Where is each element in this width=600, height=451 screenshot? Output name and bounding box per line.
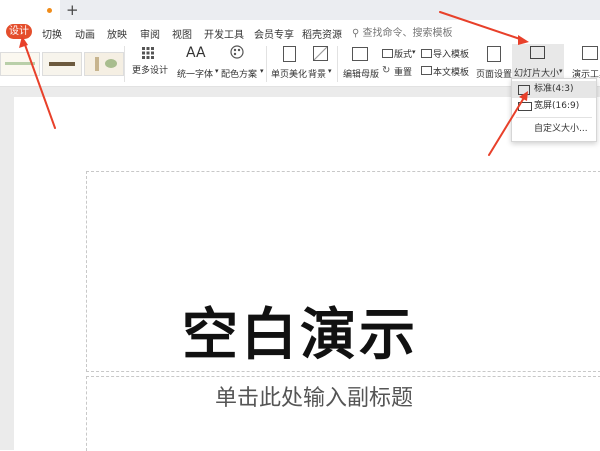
reset-button[interactable]: 重置	[394, 65, 412, 78]
page-setup-icon	[487, 46, 501, 62]
search-input[interactable]: ⚲ 查找命令、搜索模板	[352, 24, 453, 39]
ribbon-separator	[266, 46, 267, 82]
tab-slideshow[interactable]: 放映	[107, 26, 127, 41]
template-icon	[421, 66, 432, 75]
tab-design[interactable]: 设计	[6, 24, 32, 39]
font-aa-icon: AA	[186, 45, 206, 61]
tab-member[interactable]: 会员专享	[254, 26, 294, 41]
chevron-down-icon: ▾	[328, 67, 332, 75]
search-placeholder: 查找命令、搜索模板	[362, 28, 453, 39]
tab-developer[interactable]: 开发工具	[204, 26, 244, 41]
presenter-icon	[582, 46, 598, 60]
ribbon-separator	[124, 46, 125, 82]
chevron-down-icon: ▾	[412, 48, 416, 56]
menu-item-custom-size[interactable]: 自定义大小...	[512, 121, 596, 138]
background-icon	[313, 46, 328, 61]
slide-size-button[interactable]: 幻灯片大小 ▾	[512, 44, 564, 80]
slide-size-icon	[530, 46, 545, 59]
chevron-down-icon: ▾	[260, 67, 264, 75]
tab-animation[interactable]: 动画	[75, 26, 95, 41]
new-tab-button[interactable]: +	[66, 1, 79, 19]
template-thumbnail-1[interactable]	[0, 52, 40, 76]
widescreen-ratio-icon	[518, 102, 532, 111]
layout-icon	[382, 49, 393, 58]
single-page-beautify-button[interactable]: 单页美化	[271, 67, 307, 80]
background-button[interactable]: 背景	[308, 67, 326, 80]
import-template-button[interactable]: 导入模板	[433, 47, 469, 60]
tab-view[interactable]: 视图	[172, 26, 192, 41]
page-icon	[283, 46, 296, 62]
layout-button[interactable]: 版式	[394, 47, 412, 60]
menu-item-widescreen[interactable]: 宽屏(16:9)	[512, 98, 596, 115]
master-icon	[352, 47, 368, 61]
unsaved-dot-icon	[47, 8, 52, 13]
page-setup-button[interactable]: 页面设置	[476, 67, 512, 80]
menu-item-standard-label: 标准(4:3)	[534, 84, 574, 94]
reset-icon: ↻	[382, 65, 391, 76]
tab-docer[interactable]: 稻壳资源	[302, 26, 342, 41]
tab-review[interactable]: 审阅	[140, 26, 160, 41]
chevron-down-icon: ▾	[215, 67, 219, 75]
chevron-down-icon: ▾	[559, 67, 563, 75]
this-template-button[interactable]: 本文模板	[433, 65, 469, 78]
edit-master-button[interactable]: 编辑母版	[343, 67, 379, 80]
ribbon-separator	[337, 46, 338, 82]
more-design-button[interactable]: 更多设计	[132, 63, 168, 76]
grid-icon[interactable]	[142, 47, 154, 59]
menu-item-standard[interactable]: 标准(4:3)	[512, 81, 596, 98]
search-icon: ⚲	[352, 28, 360, 39]
color-scheme-button[interactable]: 配色方案	[221, 67, 257, 80]
document-tab[interactable]	[0, 0, 60, 20]
menu-item-widescreen-label: 宽屏(16:9)	[534, 101, 580, 111]
unify-font-button[interactable]: 统一字体	[177, 67, 213, 80]
menu-separator	[516, 117, 592, 118]
slide-subtitle: 单击此处输入副标题	[214, 386, 413, 411]
standard-ratio-icon	[518, 85, 530, 95]
slide-size-dropdown: 标准(4:3) 宽屏(16:9) 自定义大小...	[511, 78, 597, 142]
template-thumbnail-3[interactable]	[84, 52, 124, 76]
tab-transition[interactable]: 切换	[42, 26, 62, 41]
import-icon	[421, 49, 432, 58]
tab-strip	[0, 0, 600, 20]
template-thumbnail-2[interactable]	[42, 52, 82, 76]
slide-title: 空白演示	[182, 303, 418, 368]
palette-icon	[230, 45, 244, 59]
